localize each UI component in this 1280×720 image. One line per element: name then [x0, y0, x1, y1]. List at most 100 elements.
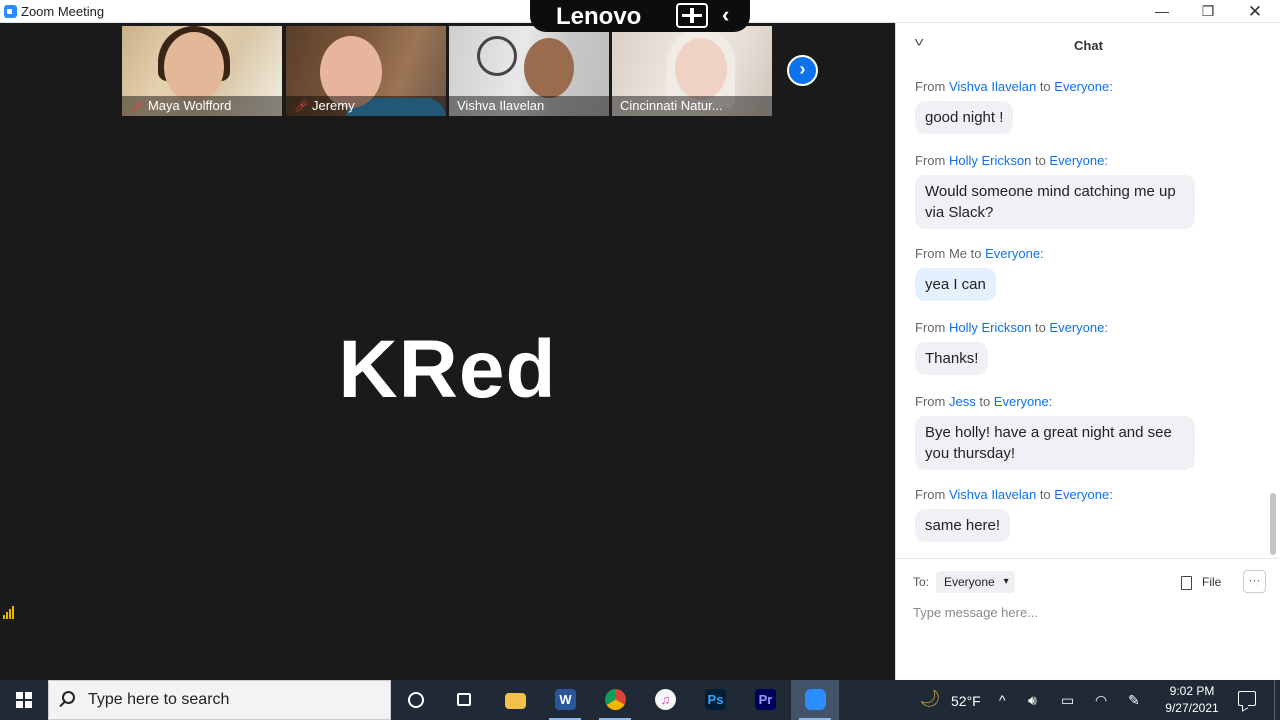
from-label: From [915, 153, 946, 168]
participant-video [477, 36, 517, 76]
collapse-arrow-icon[interactable]: ‹ [722, 2, 729, 28]
chat-message: From Jess to Everyone: Bye holly! have a… [915, 394, 1195, 470]
chat-header: ˅ Chat [896, 23, 1280, 67]
participant-name: Maya Wolfford [147, 98, 232, 113]
participant-tile[interactable]: 🎤︎ Maya Wolfford [122, 26, 282, 116]
to-label: To: [913, 575, 930, 589]
participant-face [675, 38, 727, 100]
weather-temperature[interactable]: 52°F [951, 693, 981, 720]
file-icon [1181, 575, 1192, 590]
message-meta: From Me to Everyone: [915, 246, 1044, 261]
cortana-button[interactable] [392, 680, 440, 720]
clock-time: 9:02 PM [1169, 684, 1215, 698]
message-meta: From Vishva Ilavelan to Everyone: [915, 487, 1113, 502]
start-button[interactable] [0, 680, 48, 720]
show-desktop-button[interactable] [1274, 680, 1275, 720]
message-bubble: Would someone mind catching me up via Sl… [915, 175, 1195, 229]
file-explorer-button[interactable] [491, 680, 539, 720]
recipient-value: Everyone [944, 575, 995, 589]
volume-icon[interactable]: 🔊︎ [1028, 692, 1037, 709]
participant-label: Vishva Ilavelan [449, 96, 609, 116]
to-word: to [1039, 79, 1051, 94]
recipient-name[interactable]: Everyone: [994, 394, 1053, 409]
lenovo-tool-icon[interactable] [676, 3, 708, 28]
weather-moon-icon[interactable]: 🌙︎ [919, 689, 941, 720]
lenovo-toolbar[interactable]: Lenovo ‹ [530, 0, 750, 32]
from-label: From [915, 394, 946, 409]
from-label: From [915, 246, 946, 261]
from-label: From [915, 320, 946, 335]
zoom-icon [805, 689, 826, 710]
participant-tile[interactable]: Cincinnati Natur... [612, 26, 772, 116]
chevron-up-icon[interactable]: ^ [999, 692, 1006, 708]
message-bubble: same here! [915, 509, 1011, 542]
message-bubble: Thanks! [915, 342, 989, 375]
chat-message: From Holly Erickson to Everyone: Would s… [915, 153, 1195, 229]
premiere-button[interactable]: Pr [741, 680, 789, 720]
sender-name[interactable]: Holly Erickson [949, 320, 1031, 335]
restore-button[interactable]: ❐ [1185, 0, 1231, 23]
photoshop-icon: Ps [705, 689, 726, 710]
from-label: From [915, 79, 946, 94]
chat-title: Chat [1074, 38, 1103, 53]
chat-scrollbar[interactable] [1270, 493, 1276, 555]
taskbar-search-box[interactable] [48, 680, 391, 720]
active-speaker-name: KRed [338, 324, 557, 415]
wifi-icon[interactable]: ◠ [1095, 692, 1107, 709]
word-icon: W [555, 689, 576, 710]
sender-name[interactable]: Holly Erickson [949, 153, 1031, 168]
system-clock[interactable]: 9:02 PM 9/27/2021 [1152, 683, 1232, 717]
recipient-dropdown[interactable]: Everyone ▾ [936, 571, 1015, 593]
photoshop-button[interactable]: Ps [691, 680, 739, 720]
chat-message: From Vishva Ilavelan to Everyone: good n… [915, 79, 1113, 134]
participant-name: Jeremy [311, 98, 355, 113]
connection-signal-icon[interactable] [3, 606, 19, 619]
notification-center-icon[interactable] [1238, 691, 1256, 706]
participant-face [524, 38, 574, 98]
sender-name[interactable]: Vishva Ilavelan [949, 79, 1036, 94]
message-bubble: good night ! [915, 101, 1014, 134]
recipient-name[interactable]: Everyone: [985, 246, 1044, 261]
to-word: to [979, 394, 991, 409]
chat-divider [896, 558, 1280, 559]
from-label: From [915, 487, 946, 502]
muted-mic-icon: 🎤︎ [130, 101, 144, 113]
close-button[interactable]: ✕ [1232, 0, 1278, 23]
chat-message-input[interactable] [913, 601, 1263, 623]
participant-tile[interactable]: Vishva Ilavelan [449, 26, 609, 116]
pen-icon[interactable]: ✎ [1128, 692, 1140, 709]
next-page-arrow-icon[interactable]: › [787, 55, 818, 86]
chat-message-list[interactable]: From Vishva Ilavelan to Everyone: good n… [896, 67, 1268, 557]
itunes-icon: ♫ [655, 689, 676, 710]
more-options-button[interactable]: ··· [1243, 570, 1266, 593]
message-meta: From Jess to Everyone: [915, 394, 1195, 409]
recipient-name[interactable]: Everyone: [1054, 79, 1113, 94]
sender-name[interactable]: Jess [949, 394, 976, 409]
task-view-icon [457, 693, 471, 706]
participant-name: Vishva Ilavelan [457, 98, 545, 113]
message-meta: From Holly Erickson to Everyone: [915, 153, 1195, 168]
chrome-button[interactable] [591, 680, 639, 720]
chat-message: From Holly Erickson to Everyone: Thanks! [915, 320, 1108, 375]
file-button[interactable]: File [1181, 571, 1221, 593]
to-word: to [1039, 487, 1051, 502]
zoom-taskbar-button[interactable] [791, 680, 839, 720]
word-button[interactable]: W [541, 680, 589, 720]
sender-name[interactable]: Vishva Ilavelan [949, 487, 1036, 502]
taskbar-search-input[interactable] [88, 691, 378, 709]
chat-panel: ˅ Chat From Vishva Ilavelan to Everyone:… [895, 23, 1280, 680]
search-icon [62, 691, 75, 704]
windows-taskbar: W ♫ Ps Pr 🌙︎ 52°F ^ 🔊︎ ▭ ◠ ✎ 9:02 PM 9/2… [0, 680, 1280, 720]
task-view-button[interactable] [440, 680, 488, 720]
recipient-name[interactable]: Everyone: [1049, 320, 1108, 335]
recipient-name[interactable]: Everyone: [1054, 487, 1113, 502]
itunes-button[interactable]: ♫ [641, 680, 689, 720]
participant-label: Cincinnati Natur... [612, 96, 772, 116]
battery-icon[interactable]: ▭ [1061, 692, 1074, 709]
clock-date: 9/27/2021 [1165, 701, 1219, 715]
participant-tile[interactable]: 🎤︎ Jeremy [286, 26, 446, 116]
minimize-button[interactable]: — [1139, 0, 1185, 23]
cortana-icon [408, 692, 424, 708]
premiere-icon: Pr [755, 689, 776, 710]
recipient-name[interactable]: Everyone: [1049, 153, 1108, 168]
